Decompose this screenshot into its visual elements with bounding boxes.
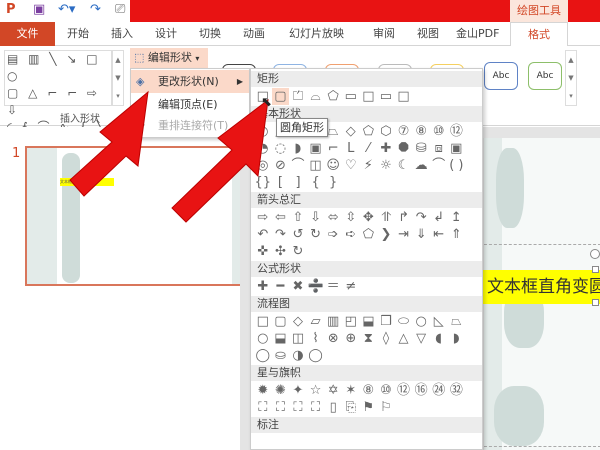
mouse-cursor-icon: ⬉ bbox=[261, 95, 272, 110]
annotation-arrows bbox=[69, 90, 269, 223]
red-arrow-1 bbox=[69, 90, 149, 197]
red-arrow-2 bbox=[171, 98, 269, 223]
